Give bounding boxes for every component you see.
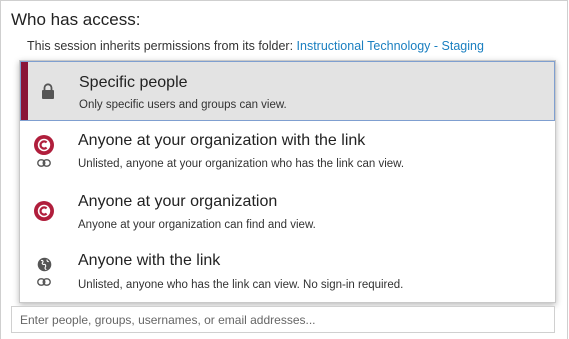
option-specific-people[interactable]: Specific people Only specific users and …	[20, 61, 555, 121]
option-org[interactable]: Anyone at your organization Anyone at yo…	[20, 181, 555, 241]
option-org-with-link[interactable]: Anyone at your organization with the lin…	[20, 122, 555, 181]
who-has-access-heading: Who has access:	[11, 10, 141, 29]
option-description: Only specific users and groups can view.	[79, 99, 287, 111]
option-title: Anyone with the link	[78, 252, 221, 269]
selected-indicator-bar	[21, 62, 28, 120]
inherit-permissions-text: This session inherits permissions from i…	[27, 39, 297, 53]
folder-link[interactable]: Instructional Technology - Staging	[297, 39, 484, 53]
organization-logo-icon	[34, 201, 54, 221]
globe-icon	[37, 257, 52, 272]
inherit-permissions-note: This session inherits permissions from i…	[27, 39, 484, 53]
option-description: Unlisted, anyone who has the link can vi…	[78, 279, 404, 291]
link-icon	[37, 159, 51, 167]
people-search-input[interactable]	[11, 306, 555, 333]
option-title: Anyone at your organization with the lin…	[78, 132, 366, 149]
link-icon	[37, 278, 51, 286]
access-level-dropdown: Specific people Only specific users and …	[19, 60, 556, 303]
access-panel: Who has access: This session inherits pe…	[0, 0, 568, 339]
option-description: Unlisted, anyone at your organization wh…	[78, 158, 405, 170]
option-description: Anyone at your organization can find and…	[78, 219, 316, 231]
option-title: Anyone at your organization	[78, 193, 278, 210]
option-anyone-with-link[interactable]: Anyone with the link Unlisted, anyone wh…	[20, 241, 555, 302]
option-title: Specific people	[79, 74, 188, 91]
lock-icon	[42, 83, 54, 99]
organization-logo-icon	[34, 135, 54, 155]
